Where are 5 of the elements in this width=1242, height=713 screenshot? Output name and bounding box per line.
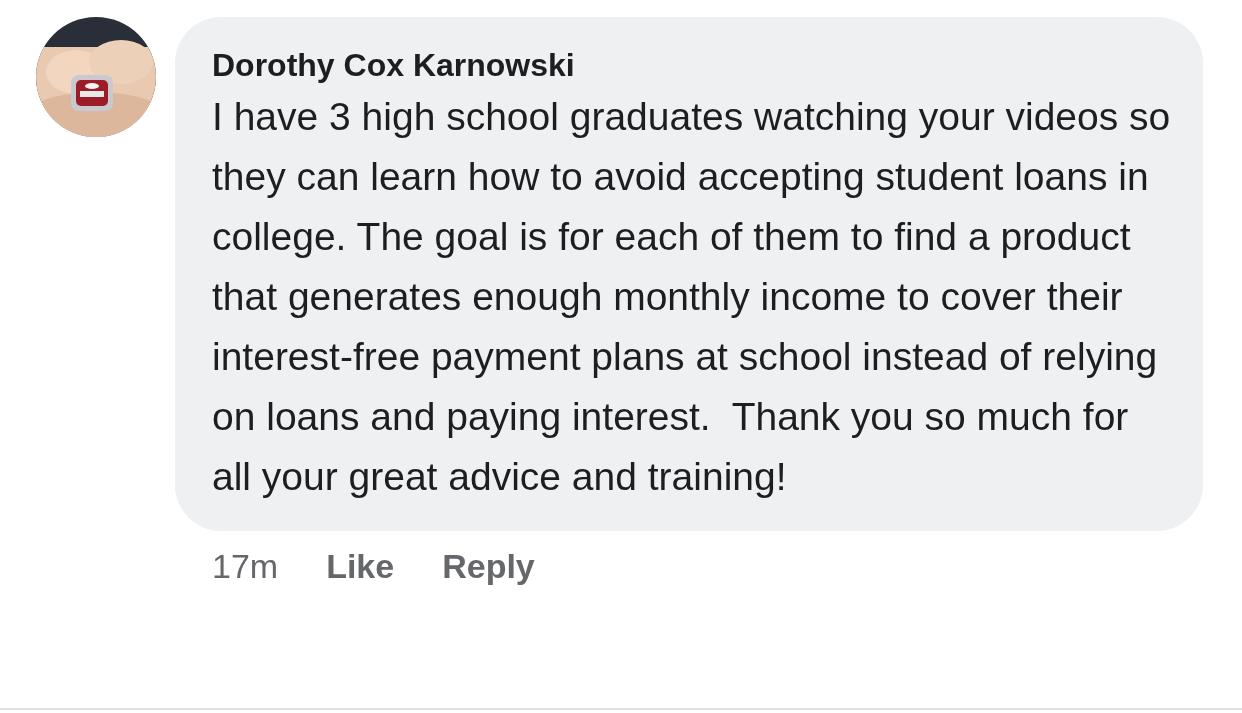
action-link[interactable]: Like [326,541,395,592]
author-name[interactable]: Dorothy Cox Karnowski [212,43,1183,87]
comment-text: I have 3 high school graduates watching your videos so they can learn how to avoid accepting student loans in college. The goal is for each of them to find a product that generates enough monthly income to cover their interest-free payment plans at school instead of relying on loans and paying interest. Thank you so much for all your great advice and training! [212,94,1172,500]
action-link[interactable]: Reply [442,541,535,592]
timestamp: 17m [212,546,279,587]
